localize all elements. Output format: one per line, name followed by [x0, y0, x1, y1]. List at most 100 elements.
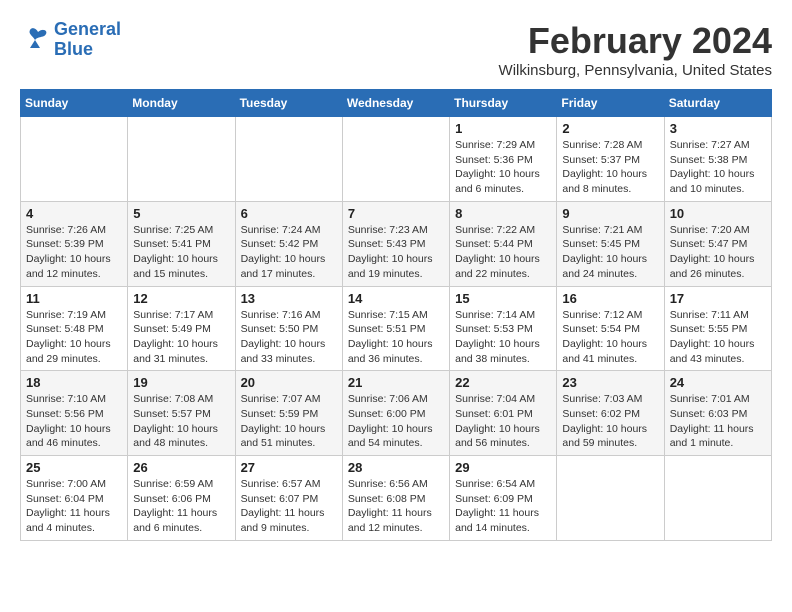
- week-row-2: 4 Sunrise: 7:26 AM Sunset: 5:39 PM Daylig…: [21, 201, 772, 286]
- day-info: Sunrise: 7:26 AM Sunset: 5:39 PM Dayligh…: [26, 223, 122, 282]
- calendar-cell: [235, 117, 342, 202]
- day-number: 1: [455, 121, 551, 136]
- day-number: 29: [455, 460, 551, 475]
- day-number: 4: [26, 206, 122, 221]
- day-info: Sunrise: 6:56 AM Sunset: 6:08 PM Dayligh…: [348, 477, 444, 536]
- calendar-cell: 8 Sunrise: 7:22 AM Sunset: 5:44 PM Daylig…: [450, 201, 557, 286]
- day-info: Sunrise: 6:54 AM Sunset: 6:09 PM Dayligh…: [455, 477, 551, 536]
- day-number: 15: [455, 291, 551, 306]
- day-number: 6: [241, 206, 337, 221]
- header-monday: Monday: [128, 90, 235, 117]
- logo: General Blue: [20, 20, 121, 60]
- header-thursday: Thursday: [450, 90, 557, 117]
- calendar-cell: 5Sunrise: 7:25 AM Sunset: 5:41 PM Daylig…: [128, 201, 235, 286]
- day-number: 26: [133, 460, 229, 475]
- day-number: 12: [133, 291, 229, 306]
- day-info: Sunrise: 7:03 AM Sunset: 6:02 PM Dayligh…: [562, 392, 658, 451]
- calendar-cell: 21 Sunrise: 7:06 AM Sunset: 6:00 PM Dayli…: [342, 371, 449, 456]
- calendar-cell: 1 Sunrise: 7:29 AM Sunset: 5:36 PM Daylig…: [450, 117, 557, 202]
- calendar-cell: 4 Sunrise: 7:26 AM Sunset: 5:39 PM Daylig…: [21, 201, 128, 286]
- day-info: Sunrise: 7:15 AM Sunset: 5:51 PM Dayligh…: [348, 308, 444, 367]
- day-number: 18: [26, 375, 122, 390]
- day-info: Sunrise: 7:24 AM Sunset: 5:42 PM Dayligh…: [241, 223, 337, 282]
- calendar-cell: [21, 117, 128, 202]
- day-info: Sunrise: 7:06 AM Sunset: 6:00 PM Dayligh…: [348, 392, 444, 451]
- day-number: 7: [348, 206, 444, 221]
- day-number: 22: [455, 375, 551, 390]
- calendar-cell: 14 Sunrise: 7:15 AM Sunset: 5:51 PM Dayli…: [342, 286, 449, 371]
- day-info: Sunrise: 6:57 AM Sunset: 6:07 PM Dayligh…: [241, 477, 337, 536]
- page-header: General Blue February 2024 Wilkinsburg, …: [20, 20, 772, 79]
- header-saturday: Saturday: [664, 90, 771, 117]
- day-info: Sunrise: 7:23 AM Sunset: 5:43 PM Dayligh…: [348, 223, 444, 282]
- day-info: Sunrise: 7:07 AM Sunset: 5:59 PM Dayligh…: [241, 392, 337, 451]
- day-number: 5: [133, 206, 229, 221]
- day-number: 28: [348, 460, 444, 475]
- day-number: 17: [670, 291, 766, 306]
- calendar-cell: 13 Sunrise: 7:16 AM Sunset: 5:50 PM Dayli…: [235, 286, 342, 371]
- week-row-3: 11Sunrise: 7:19 AM Sunset: 5:48 PM Dayli…: [21, 286, 772, 371]
- calendar-cell: 9 Sunrise: 7:21 AM Sunset: 5:45 PM Daylig…: [557, 201, 664, 286]
- calendar-cell: 25Sunrise: 7:00 AM Sunset: 6:04 PM Dayli…: [21, 456, 128, 541]
- header-friday: Friday: [557, 90, 664, 117]
- calendar-header-row: SundayMondayTuesdayWednesdayThursdayFrid…: [21, 90, 772, 117]
- week-row-1: 1 Sunrise: 7:29 AM Sunset: 5:36 PM Daylig…: [21, 117, 772, 202]
- day-number: 14: [348, 291, 444, 306]
- calendar-cell: 23 Sunrise: 7:03 AM Sunset: 6:02 PM Dayli…: [557, 371, 664, 456]
- calendar-cell: 24 Sunrise: 7:01 AM Sunset: 6:03 PM Dayli…: [664, 371, 771, 456]
- day-number: 20: [241, 375, 337, 390]
- calendar-cell: 15 Sunrise: 7:14 AM Sunset: 5:53 PM Dayli…: [450, 286, 557, 371]
- day-number: 21: [348, 375, 444, 390]
- day-info: Sunrise: 7:19 AM Sunset: 5:48 PM Dayligh…: [26, 308, 122, 367]
- calendar-cell: 22 Sunrise: 7:04 AM Sunset: 6:01 PM Dayli…: [450, 371, 557, 456]
- calendar-subtitle: Wilkinsburg, Pennsylvania, United States: [499, 62, 772, 79]
- calendar-cell: 26 Sunrise: 6:59 AM Sunset: 6:06 PM Dayli…: [128, 456, 235, 541]
- calendar-cell: [557, 456, 664, 541]
- week-row-5: 25Sunrise: 7:00 AM Sunset: 6:04 PM Dayli…: [21, 456, 772, 541]
- title-block: February 2024 Wilkinsburg, Pennsylvania,…: [499, 20, 772, 79]
- logo-text: General Blue: [54, 20, 121, 60]
- day-number: 9: [562, 206, 658, 221]
- day-info: Sunrise: 7:14 AM Sunset: 5:53 PM Dayligh…: [455, 308, 551, 367]
- calendar-cell: 7 Sunrise: 7:23 AM Sunset: 5:43 PM Daylig…: [342, 201, 449, 286]
- calendar-cell: 17 Sunrise: 7:11 AM Sunset: 5:55 PM Dayli…: [664, 286, 771, 371]
- calendar-cell: 6 Sunrise: 7:24 AM Sunset: 5:42 PM Daylig…: [235, 201, 342, 286]
- day-number: 25: [26, 460, 122, 475]
- day-info: Sunrise: 7:08 AM Sunset: 5:57 PM Dayligh…: [133, 392, 229, 451]
- day-number: 24: [670, 375, 766, 390]
- day-info: Sunrise: 7:22 AM Sunset: 5:44 PM Dayligh…: [455, 223, 551, 282]
- calendar-cell: 16 Sunrise: 7:12 AM Sunset: 5:54 PM Dayli…: [557, 286, 664, 371]
- header-tuesday: Tuesday: [235, 90, 342, 117]
- day-info: Sunrise: 7:29 AM Sunset: 5:36 PM Dayligh…: [455, 138, 551, 197]
- calendar-cell: 3Sunrise: 7:27 AM Sunset: 5:38 PM Daylig…: [664, 117, 771, 202]
- header-wednesday: Wednesday: [342, 90, 449, 117]
- calendar-cell: 10 Sunrise: 7:20 AM Sunset: 5:47 PM Dayli…: [664, 201, 771, 286]
- day-info: Sunrise: 7:04 AM Sunset: 6:01 PM Dayligh…: [455, 392, 551, 451]
- day-info: Sunrise: 7:20 AM Sunset: 5:47 PM Dayligh…: [670, 223, 766, 282]
- calendar-cell: 12 Sunrise: 7:17 AM Sunset: 5:49 PM Dayli…: [128, 286, 235, 371]
- day-info: Sunrise: 6:59 AM Sunset: 6:06 PM Dayligh…: [133, 477, 229, 536]
- day-info: Sunrise: 7:11 AM Sunset: 5:55 PM Dayligh…: [670, 308, 766, 367]
- day-info: Sunrise: 7:12 AM Sunset: 5:54 PM Dayligh…: [562, 308, 658, 367]
- calendar-cell: 11Sunrise: 7:19 AM Sunset: 5:48 PM Dayli…: [21, 286, 128, 371]
- calendar-cell: 18 Sunrise: 7:10 AM Sunset: 5:56 PM Dayli…: [21, 371, 128, 456]
- day-number: 23: [562, 375, 658, 390]
- day-info: Sunrise: 7:28 AM Sunset: 5:37 PM Dayligh…: [562, 138, 658, 197]
- day-number: 16: [562, 291, 658, 306]
- day-info: Sunrise: 7:10 AM Sunset: 5:56 PM Dayligh…: [26, 392, 122, 451]
- calendar-cell: 2 Sunrise: 7:28 AM Sunset: 5:37 PM Daylig…: [557, 117, 664, 202]
- calendar-cell: 20 Sunrise: 7:07 AM Sunset: 5:59 PM Dayli…: [235, 371, 342, 456]
- day-info: Sunrise: 7:27 AM Sunset: 5:38 PM Dayligh…: [670, 138, 766, 197]
- day-number: 2: [562, 121, 658, 136]
- calendar-cell: [342, 117, 449, 202]
- day-number: 10: [670, 206, 766, 221]
- day-info: Sunrise: 7:21 AM Sunset: 5:45 PM Dayligh…: [562, 223, 658, 282]
- day-info: Sunrise: 7:01 AM Sunset: 6:03 PM Dayligh…: [670, 392, 766, 451]
- day-number: 8: [455, 206, 551, 221]
- week-row-4: 18 Sunrise: 7:10 AM Sunset: 5:56 PM Dayli…: [21, 371, 772, 456]
- calendar-cell: 28 Sunrise: 6:56 AM Sunset: 6:08 PM Dayli…: [342, 456, 449, 541]
- day-info: Sunrise: 7:17 AM Sunset: 5:49 PM Dayligh…: [133, 308, 229, 367]
- day-number: 13: [241, 291, 337, 306]
- calendar-body: 1 Sunrise: 7:29 AM Sunset: 5:36 PM Daylig…: [21, 117, 772, 541]
- day-info: Sunrise: 7:16 AM Sunset: 5:50 PM Dayligh…: [241, 308, 337, 367]
